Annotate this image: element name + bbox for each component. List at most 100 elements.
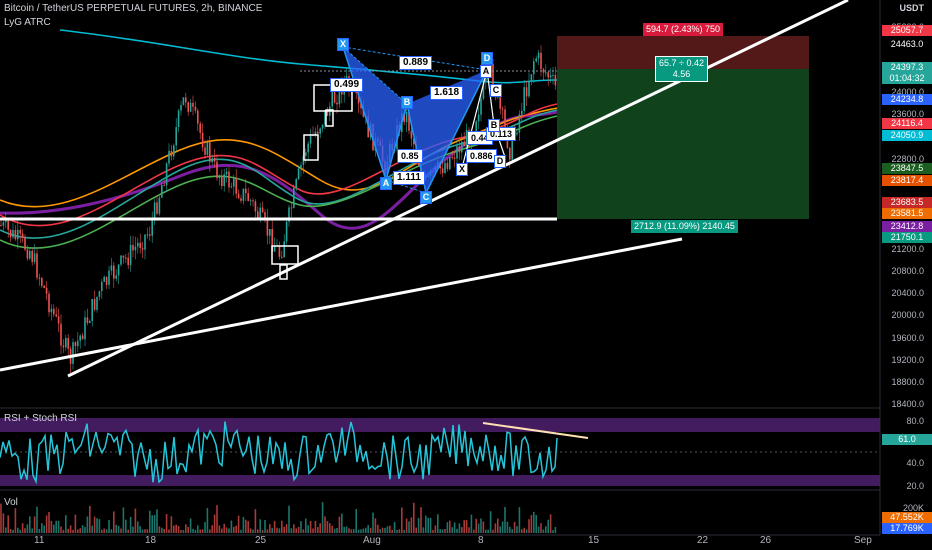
volume-bar (540, 523, 542, 533)
candle-body (29, 250, 31, 259)
volume-bar (348, 528, 350, 533)
candle-body (108, 270, 110, 285)
price-tag: 24116.4 (882, 118, 932, 129)
indicator-label[interactable]: LyG ATRC (4, 17, 51, 28)
volume-bar (153, 514, 156, 533)
volume-bar (115, 524, 117, 533)
volume-bar (511, 529, 513, 533)
volume-bar (120, 528, 122, 533)
volume-bar (533, 511, 535, 533)
candle-body (110, 265, 113, 271)
volume-bar (410, 517, 413, 533)
chart-canvas[interactable] (0, 0, 932, 550)
price-tag: 23817.4 (882, 175, 932, 186)
volume-bar (408, 521, 410, 533)
volume-bar (7, 515, 9, 533)
volume-bar (321, 502, 324, 533)
candle-body (7, 220, 9, 230)
volume-bar (237, 515, 240, 533)
candle-body (461, 141, 463, 153)
price-tag: 24234.8 (882, 94, 932, 105)
volume-bar (201, 529, 204, 533)
volume-bar (187, 526, 189, 533)
volume-bar (247, 521, 249, 533)
rsi-tick: 20.0 (906, 481, 924, 491)
volume-bar (297, 526, 300, 533)
candle-body (331, 91, 333, 107)
candle-body (252, 200, 254, 202)
volume-bar (14, 508, 17, 533)
volume-bar (374, 518, 377, 533)
volume-bar (144, 529, 146, 533)
risk-reward-line-1: 65.7 ÷ 0.42 (659, 58, 704, 68)
time-label: 8 (478, 535, 484, 546)
volume-bar (401, 507, 403, 533)
candle-body (151, 220, 153, 236)
price-tick: 20800.0 (891, 266, 924, 276)
rsi-title[interactable]: RSI + Stoch RSI (4, 413, 77, 424)
candle-body (180, 104, 182, 111)
volume-bar (33, 516, 36, 533)
volume-bar (79, 528, 81, 533)
candle-body (242, 188, 245, 201)
time-label: 25 (255, 535, 267, 546)
candle-body (317, 131, 319, 134)
volume-bar (403, 529, 405, 533)
candle-body (14, 230, 17, 240)
volume-bar (468, 527, 470, 533)
candle-body (26, 249, 29, 259)
volume-bar (331, 525, 333, 533)
time-label: 15 (588, 535, 600, 546)
candle-body (5, 220, 7, 223)
volume-bar (173, 525, 175, 533)
volume-bar (9, 529, 12, 533)
candle-body (38, 277, 41, 279)
volume-bar (470, 514, 473, 533)
volume-bar (192, 528, 194, 533)
volume-bar (480, 518, 482, 533)
volume-bar (345, 526, 348, 533)
volume-bar (218, 525, 221, 533)
volume-bar (149, 510, 151, 533)
candle-body (137, 242, 139, 247)
volume-bar (177, 526, 180, 533)
candle-body (197, 110, 199, 124)
volume-bar (413, 502, 415, 533)
price-tag: 01:04:32 (882, 73, 932, 84)
candle-body (458, 146, 461, 153)
volume-bar (50, 520, 53, 533)
volume-bar (168, 529, 170, 533)
volume-bar (485, 529, 487, 533)
volume-bar (45, 515, 48, 533)
volume-bar (273, 520, 276, 533)
volume-bar (57, 520, 60, 533)
pattern-point-c-small: C (490, 84, 502, 97)
candle-body (115, 275, 117, 279)
price-tick: 19200.0 (891, 355, 924, 365)
volume-bar (249, 528, 252, 533)
volume-bar (19, 529, 21, 533)
candle-body (540, 52, 542, 70)
candle-body (89, 321, 91, 323)
volume-title[interactable]: Vol (4, 497, 18, 508)
volume-bar (415, 527, 417, 533)
volume-bar (165, 514, 168, 533)
ratio-label: 1.111 (393, 171, 425, 185)
volume-bar (134, 508, 137, 533)
candle-body (233, 178, 235, 187)
volume-bar (307, 525, 309, 533)
candle-body (451, 157, 453, 159)
candle-body (21, 233, 24, 237)
candle-body (261, 207, 264, 213)
volume-bar (372, 512, 374, 533)
candle-body (240, 198, 242, 201)
volume-bar (386, 526, 389, 533)
candle-body (319, 128, 321, 134)
candle-body (221, 175, 223, 186)
volume-bar (305, 518, 307, 533)
price-tag: 21750.1 (882, 232, 932, 243)
stop-label: 2712.9 (11.09%) 2140.45 (631, 220, 738, 233)
volume-bar (309, 520, 312, 533)
candle-body (91, 298, 93, 322)
candle-body (45, 287, 48, 294)
